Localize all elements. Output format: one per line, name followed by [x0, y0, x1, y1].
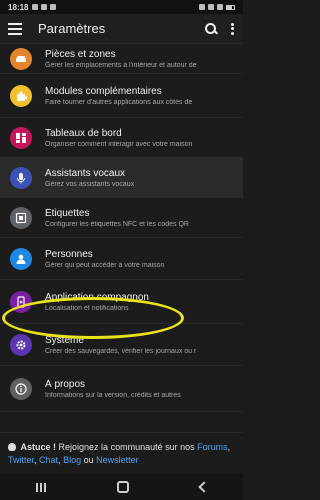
- microphone-icon: [10, 166, 32, 189]
- bluetooth-icon: [199, 4, 205, 10]
- forums-link[interactable]: Forums: [197, 442, 228, 452]
- recents-icon[interactable]: [35, 482, 46, 492]
- system-icons: [199, 4, 235, 10]
- page-title: Paramètres: [38, 21, 106, 36]
- wifi-icon: [208, 4, 214, 10]
- settings-item-title: Pièces et zones: [45, 48, 116, 60]
- settings-item-areas[interactable]: Pièces et zones Gérer les emplacements à…: [0, 44, 243, 74]
- gear-icon: [10, 333, 32, 356]
- settings-item-people[interactable]: Personnes Gérer qui peut accéder à votre…: [0, 238, 243, 280]
- tip-label: Astuce !: [20, 442, 57, 452]
- notification-icons: [32, 4, 57, 10]
- settings-item-about[interactable]: À propos Informations sur la version, cr…: [0, 366, 243, 412]
- search-icon[interactable]: [205, 22, 217, 35]
- notification-icon: [32, 4, 39, 10]
- settings-item-subtitle: Localisation et notifications: [45, 304, 129, 312]
- tip-separator: ,: [227, 442, 231, 452]
- settings-item-subtitle: Gérer qui peut accéder à votre maison: [45, 261, 165, 269]
- lightbulb-icon: [8, 443, 16, 451]
- settings-item-dashboards[interactable]: Tableaux de bord Organiser comment inter…: [0, 118, 243, 158]
- twitter-link[interactable]: Twitter: [8, 455, 34, 465]
- tip-text: Rejoignez la communauté sur nos: [56, 442, 198, 452]
- settings-item-subtitle: Gérer les emplacements à l'intérieur et …: [45, 61, 197, 69]
- info-icon: [10, 377, 32, 400]
- nfc-icon: [10, 206, 32, 229]
- settings-item-subtitle: Gérez vos assistants vocaux: [45, 180, 135, 188]
- chat-link[interactable]: Chat: [39, 455, 58, 465]
- settings-item-companion-app[interactable]: Application compagnon Localisation et no…: [0, 280, 243, 324]
- settings-item-title: Modules complémentaires: [45, 85, 162, 97]
- settings-item-voice-assistants[interactable]: Assistants vocaux Gérez vos assistants v…: [0, 158, 243, 198]
- settings-item-title: Personnes: [45, 248, 93, 260]
- settings-item-title: Assistants vocaux: [45, 167, 126, 179]
- settings-item-tags[interactable]: Étiquettes Configurer les étiquettes NFC…: [0, 198, 243, 238]
- settings-item-title: Application compagnon: [45, 291, 149, 303]
- settings-item-subtitle: Faire tourner d'autres applications aux …: [45, 98, 193, 106]
- person-icon: [10, 247, 32, 270]
- puzzle-icon: [10, 84, 32, 107]
- blog-link[interactable]: Blog: [63, 455, 81, 465]
- settings-item-subtitle: Créer des sauvegardes, vérifier les jour…: [45, 347, 197, 355]
- more-options-icon[interactable]: [231, 22, 235, 35]
- settings-item-subtitle: Organiser comment interagir avec votre m…: [45, 140, 193, 148]
- newsletter-link[interactable]: Newsletter: [96, 455, 139, 465]
- notification-icon: [41, 4, 48, 10]
- home-icon[interactable]: [116, 481, 129, 493]
- dashboard-icon: [10, 126, 32, 149]
- app-bar: Paramètres: [0, 14, 243, 44]
- back-icon[interactable]: [197, 481, 210, 493]
- settings-item-title: Étiquettes: [45, 207, 90, 219]
- cellphone-icon: [10, 290, 32, 313]
- status-time: 18:18: [8, 2, 29, 12]
- settings-item-subtitle: Configurer les étiquettes NFC et les cod…: [45, 220, 189, 228]
- menu-icon[interactable]: [8, 22, 22, 35]
- settings-item-subtitle: Informations sur la version, crédits et …: [45, 391, 181, 399]
- notification-icon: [50, 4, 57, 10]
- status-bar: 18:18: [0, 0, 243, 14]
- settings-item-addons[interactable]: Modules complémentaires Faire tourner d'…: [0, 74, 243, 118]
- sofa-icon: [10, 47, 32, 70]
- tip-text: ou: [81, 455, 97, 465]
- system-nav-bar: [0, 474, 243, 500]
- settings-item-title: Système: [45, 334, 84, 346]
- settings-item-title: Tableaux de bord: [45, 127, 122, 139]
- settings-item-system[interactable]: Système Créer des sauvegardes, vérifier …: [0, 324, 243, 366]
- battery-icon: [226, 4, 235, 10]
- settings-item-title: À propos: [45, 378, 86, 390]
- settings-list: Pièces et zones Gérer les emplacements à…: [0, 44, 243, 412]
- signal-icon: [217, 4, 223, 10]
- tip-banner: Astuce ! Rejoignez la communauté sur nos…: [0, 432, 243, 474]
